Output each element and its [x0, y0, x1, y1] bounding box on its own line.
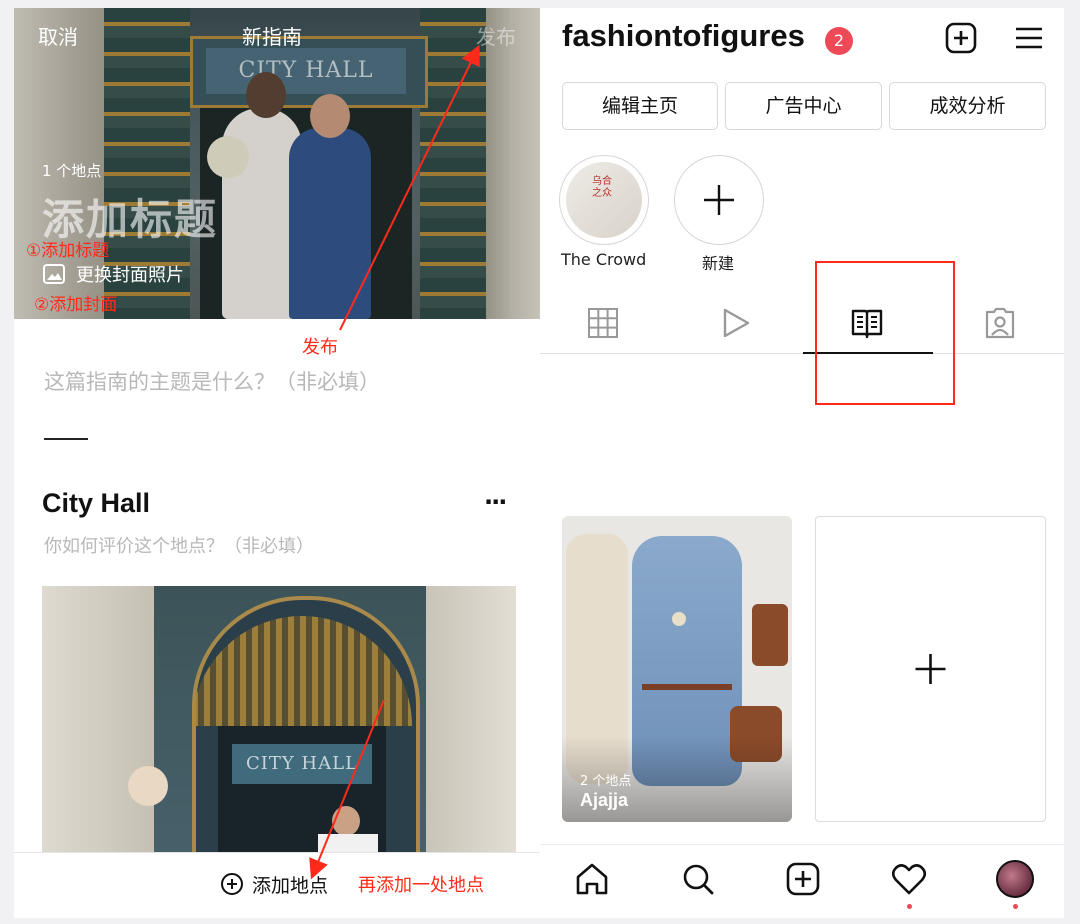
- place-rating-input[interactable]: 你如何评价这个地点？（非必填）: [44, 532, 314, 558]
- tab-divider: [540, 353, 1064, 354]
- annotation-add-another: 再添加一处地点: [358, 875, 484, 896]
- place-count: 1 个地点: [42, 162, 102, 180]
- annotation-publish: 发布: [302, 337, 338, 358]
- tagged-icon[interactable]: [983, 306, 1017, 340]
- divider: [44, 438, 88, 440]
- publish-button[interactable]: 发布: [476, 21, 516, 50]
- heart-icon[interactable]: [889, 859, 929, 899]
- notification-badge: 2: [825, 27, 853, 55]
- add-place-label: 添加地点: [252, 875, 329, 897]
- plus-icon: [915, 654, 946, 684]
- plus-icon: [704, 185, 734, 215]
- annotation-add-cover: ②添加封面: [34, 295, 118, 315]
- new-guide-tile[interactable]: [815, 516, 1046, 822]
- annotation-add-title: ①添加标题: [26, 241, 110, 261]
- activity-dot: [907, 904, 912, 909]
- highlight-cover-text: 乌合 之众: [592, 176, 612, 199]
- image-icon: [43, 264, 65, 284]
- home-icon[interactable]: [572, 859, 612, 899]
- profile-avatar[interactable]: [996, 860, 1034, 898]
- create-post-icon[interactable]: [783, 859, 823, 899]
- highlight-label-new: 新建: [702, 254, 735, 273]
- highlight-box: [815, 261, 955, 405]
- profile-dot: [1013, 904, 1018, 909]
- cover-photo[interactable]: CITY HALL 取消 新指南 发布 1 个地点 添加标题 ①添加标题 更换封…: [14, 8, 540, 319]
- highlight-the-crowd[interactable]: 乌合 之众: [559, 155, 649, 245]
- topic-input[interactable]: 这篇指南的主题是什么？（非必填）: [44, 366, 380, 396]
- grid-icon[interactable]: [586, 306, 620, 340]
- plus-circle-icon: [221, 873, 243, 895]
- ad-center-button[interactable]: 广告中心: [725, 82, 882, 130]
- insights-button[interactable]: 成效分析: [889, 82, 1046, 130]
- menu-icon[interactable]: [1012, 21, 1046, 55]
- place-photo: CITY HALL: [42, 586, 516, 856]
- page-title: 新指南: [242, 25, 302, 49]
- place-sign: CITY HALL: [232, 744, 372, 784]
- reels-play-icon[interactable]: [718, 306, 752, 340]
- change-cover-label: 更换封面照片: [76, 265, 184, 286]
- place-name: City Hall: [42, 488, 151, 518]
- highlight-label-the-crowd: The Crowd: [561, 250, 647, 269]
- search-icon[interactable]: [678, 859, 718, 899]
- profile-username[interactable]: fashiontofigures: [562, 18, 805, 54]
- guide-card-name: Ajajja: [580, 790, 629, 810]
- profile-panel: fashiontofigures 2 编辑主页 广告中心 成效分析 乌合 之众 …: [540, 8, 1064, 918]
- new-highlight-button[interactable]: [674, 155, 764, 245]
- cancel-button[interactable]: 取消: [38, 21, 78, 50]
- guide-editor-panel: CITY HALL 取消 新指南 发布 1 个地点 添加标题 ①添加标题 更换封…: [14, 8, 540, 918]
- guide-card-ajajja[interactable]: 2 个地点 Ajajja: [562, 516, 792, 822]
- more-options-button[interactable]: ···: [484, 488, 507, 516]
- guide-card-count: 2 个地点: [580, 774, 632, 789]
- edit-profile-button[interactable]: 编辑主页: [562, 82, 718, 130]
- create-icon[interactable]: [944, 21, 978, 55]
